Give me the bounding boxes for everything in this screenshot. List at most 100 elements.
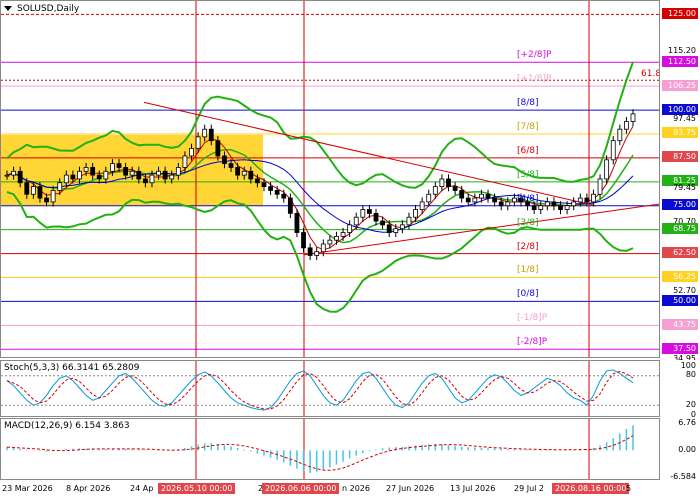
symbol-label: SOLUSD,Daily (17, 4, 80, 14)
candle-body (505, 201, 511, 207)
candle-body (624, 121, 629, 130)
candle-body (129, 170, 135, 176)
time-axis-highlight-label: 2026.05.10 00:00 (158, 483, 236, 494)
murrey-level-label: [1/8] (517, 265, 539, 276)
candle-body (50, 190, 56, 203)
price-scale[interactable]: 125.00 115.20 112.50 106.25 100.00 97.45 93.75… (660, 0, 700, 363)
candle-body (347, 224, 353, 233)
candle-body (222, 155, 227, 165)
candle-body (103, 170, 109, 180)
candle-body (511, 197, 517, 203)
candle-body (261, 182, 267, 188)
price-scale-label: 87.50 (662, 151, 698, 163)
time-axis-label: 13 Jul 2026 (450, 484, 496, 493)
time-axis[interactable]: 23 Mar 2026 8 Apr 2026 24 Ap 2026.05.10 00:… (0, 480, 660, 500)
candle-body (564, 205, 570, 210)
chart-menu-arrow-icon[interactable] (4, 6, 12, 11)
candle-body (281, 193, 287, 199)
candle-body (96, 174, 102, 180)
time-axis-label: 24 Ap (130, 484, 154, 493)
candle-body (162, 170, 168, 180)
candle-body (30, 186, 36, 195)
candle-body (70, 174, 76, 180)
candle-body (149, 174, 155, 184)
stoch-scale-label: 80 (685, 370, 696, 380)
stoch-main-line (6, 369, 634, 411)
candle-body (268, 186, 273, 191)
candle-body (399, 224, 405, 230)
candle-body (406, 216, 412, 226)
candle-body (492, 197, 498, 203)
candle-body (116, 163, 122, 168)
candle-body (287, 197, 293, 214)
candle-body (44, 197, 49, 203)
candle-body (426, 193, 432, 203)
candle-body (110, 163, 115, 172)
candle-body (235, 167, 241, 176)
candle-body (452, 186, 458, 191)
candle-body (248, 170, 254, 180)
macd-pane[interactable]: MACD(12,26,9) 6.154 3.863 (0, 418, 660, 480)
macd-scale[interactable]: 6.76 0.00 -6.584 (660, 418, 700, 481)
candle-body (360, 209, 366, 218)
candle-body (571, 201, 577, 207)
candle-body (446, 178, 451, 188)
time-axis-highlight-label: 2026.06.06 00:00 (262, 483, 340, 494)
candle-body (558, 205, 563, 210)
candle-body (17, 170, 23, 184)
candle-body (182, 155, 188, 168)
candle-body (228, 163, 234, 168)
time-axis-label: 23 Mar 2026 (2, 484, 53, 493)
candle-body (334, 235, 339, 241)
murrey-level-label: [+1/8]P (517, 74, 552, 85)
murrey-level-label: [6/8] (517, 145, 539, 156)
candle-body (189, 147, 194, 157)
candle-body (386, 224, 392, 233)
candle-body (195, 136, 201, 149)
price-scale-label: 50.00 (662, 294, 698, 306)
time-axis-label: 27 Jun 2026 (386, 484, 435, 493)
candle-body (301, 232, 306, 249)
price-scale-label: 43.75 (662, 318, 698, 330)
candle-body (367, 209, 372, 214)
candle-body (136, 170, 142, 180)
candle-body (353, 216, 359, 226)
candle-body (591, 193, 596, 203)
price-scale-label: 106.25 (662, 79, 698, 91)
price-pane[interactable]: SOLUSD,Daily [+2/8]P [+1/8]P [8/8] [7/8] [6/… (0, 0, 660, 358)
fib-level-label: 61.8 (641, 69, 660, 80)
candle-body (175, 167, 181, 176)
time-axis-label: 8 Apr 2026 (66, 484, 111, 493)
candle-body (617, 128, 623, 142)
candle-body (142, 178, 148, 184)
price-scale-label: 56.25 (662, 270, 698, 282)
price-chart-svg (1, 1, 659, 357)
candle-body (123, 167, 129, 176)
candle-body (63, 174, 69, 184)
candle-body (380, 220, 386, 226)
price-scale-label: 97.45 (673, 114, 696, 124)
candle-body (544, 201, 550, 207)
candle-body (459, 190, 465, 199)
candle-body (202, 128, 208, 138)
candle-body (327, 239, 333, 245)
candle-body (254, 178, 260, 184)
candle-body (610, 140, 616, 161)
candle-body (314, 251, 320, 256)
murrey-level-label: [7/8] (517, 121, 539, 132)
candle-body (90, 167, 96, 176)
murrey-level-label: [-2/8]P (517, 337, 548, 348)
candle-body (57, 182, 63, 191)
candle-body (584, 197, 590, 203)
murrey-level-label: [4/8] (517, 193, 539, 204)
time-axis-label: 5 (626, 484, 632, 493)
candle-body (413, 209, 418, 218)
macd-scale-label: 0.00 (678, 444, 696, 454)
stochastic-pane[interactable]: Stoch(5,3,3) 66.3141 65.2809 (0, 360, 660, 417)
stochastic-scale[interactable]: 100 80 20 0 (660, 360, 700, 419)
time-axis-label: 29 Jul 2 (514, 484, 545, 493)
candle-body (340, 232, 346, 237)
chart-window[interactable]: SOLUSD,Daily [+2/8]P [+1/8]P [8/8] [7/8] [6/… (0, 0, 700, 500)
murrey-level-label: [+2/8]P (517, 50, 552, 61)
murrey-level-label: [-1/8]P (517, 313, 548, 324)
